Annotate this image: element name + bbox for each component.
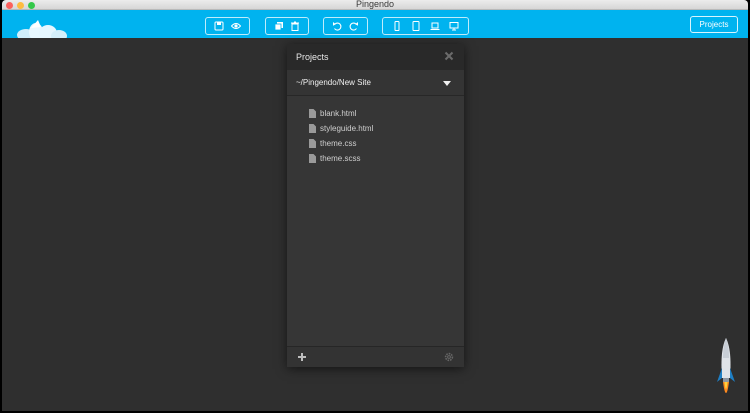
file-name: theme.css xyxy=(320,139,357,148)
file-icon xyxy=(309,139,316,148)
projects-panel-footer xyxy=(287,346,464,367)
redo-icon[interactable] xyxy=(348,20,360,32)
duplicate-icon[interactable] xyxy=(273,20,285,32)
rocket-icon xyxy=(717,338,735,393)
project-path: ~/Pingendo/New Site xyxy=(296,78,371,87)
file-item-theme-scss[interactable]: theme.scss xyxy=(309,151,373,166)
laptop-icon[interactable] xyxy=(429,20,441,32)
history-actions-group xyxy=(323,17,368,35)
file-name: styleguide.html xyxy=(320,124,374,133)
file-icon xyxy=(309,109,316,118)
desktop-icon[interactable] xyxy=(448,20,460,32)
save-icon[interactable] xyxy=(213,20,225,32)
file-item-theme-css[interactable]: theme.css xyxy=(309,136,373,151)
projects-panel-header: Projects xyxy=(287,44,464,70)
file-icon xyxy=(309,154,316,163)
title-bar: Pingendo xyxy=(2,0,748,10)
pingendo-logo xyxy=(17,20,67,38)
edit-actions-group xyxy=(265,17,309,35)
file-item-blank-html[interactable]: blank.html xyxy=(309,106,373,121)
file-name: theme.scss xyxy=(320,154,361,163)
file-icon xyxy=(309,124,316,133)
window-title: Pingendo xyxy=(355,0,395,9)
tablet-icon[interactable] xyxy=(410,20,422,32)
close-icon[interactable] xyxy=(444,51,454,61)
project-path-selector[interactable]: ~/Pingendo/New Site xyxy=(287,70,464,96)
file-name: blank.html xyxy=(320,109,357,118)
preview-eye-icon[interactable] xyxy=(230,20,242,32)
file-actions-group xyxy=(205,17,250,35)
trash-icon[interactable] xyxy=(289,20,301,32)
file-item-styleguide-html[interactable]: styleguide.html xyxy=(309,121,373,136)
gear-icon[interactable] xyxy=(444,352,454,362)
projects-button[interactable]: Projects xyxy=(690,16,738,33)
undo-icon[interactable] xyxy=(331,20,343,32)
device-preview-group xyxy=(382,17,469,35)
plus-icon[interactable] xyxy=(297,352,307,362)
projects-panel: Projects ~/Pingendo/New Site blank.html … xyxy=(287,44,464,367)
chevron-down-icon[interactable] xyxy=(443,81,451,86)
projects-panel-title: Projects xyxy=(296,52,329,62)
phone-icon[interactable] xyxy=(391,20,403,32)
app-window: Pingendo Projects Projects ~/Pingendo/Ne… xyxy=(2,0,748,411)
file-list: blank.html styleguide.html theme.css the… xyxy=(309,106,373,166)
main-toolbar: Projects xyxy=(2,10,748,38)
